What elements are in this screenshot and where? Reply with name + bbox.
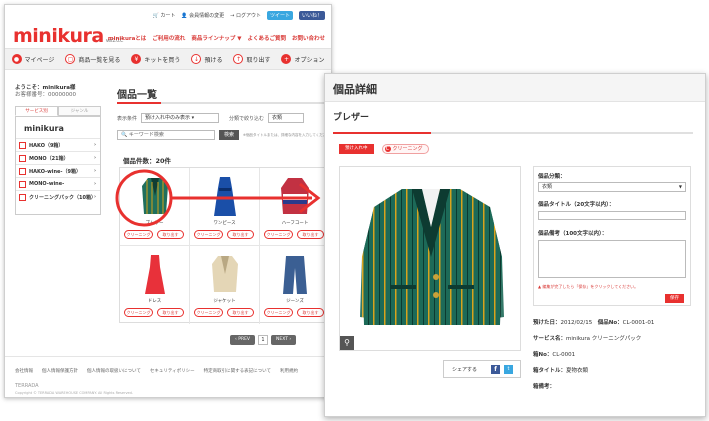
dropdown-arrow-icon: ▼ (678, 184, 682, 189)
detail-header-title: 個品詳細 (333, 83, 377, 96)
share-box: シェアする f t (443, 360, 521, 378)
deposit-row: 預けた日：2012/02/15 個品No：CL-0001-01 (533, 318, 693, 326)
deposit-label: 預けた日： (533, 320, 561, 326)
zoom-icon[interactable]: ⚲ (340, 336, 354, 350)
service-value: minikura クリーニングパック (566, 336, 642, 342)
detail-header: 個品詳細 (325, 74, 705, 102)
status-badges: 預け入れ中 C クリーニング (339, 144, 429, 154)
status-badge: 預け入れ中 (339, 144, 374, 154)
save-button[interactable]: 保存 (665, 294, 684, 303)
save-note: ▲ 編集が完了したら「保存」をクリックしてください。 (538, 284, 639, 289)
title-input[interactable] (538, 211, 686, 220)
share-label: シェアする (452, 366, 478, 373)
item-detail-window: 個品詳細 ブレザー 預け入れ中 C クリーニング ⚲ シェアする f t 個品分… (324, 73, 706, 417)
deposit-value: 2012/02/15 (560, 320, 593, 326)
box-no-label: 箱No： (533, 352, 553, 358)
box-memo-label: 箱備考： (533, 384, 556, 390)
item-no-value: CL-0001-01 (622, 320, 655, 326)
memo-label: 個品備考（100文字以内）： (538, 231, 608, 237)
edit-form: 個品分類： 衣類 ▼ 個品タイトル（20文字以内）： 個品備考（100文字以内）：… (533, 166, 691, 306)
cleaning-badge-label: クリーニング (392, 146, 423, 152)
cleaning-icon: C (384, 146, 391, 152)
box-no-row: 箱No：CL-0001 (533, 350, 693, 358)
category-select[interactable]: 衣類 ▼ (538, 182, 686, 192)
item-title: ブレザー (333, 113, 370, 123)
highlight-circle (115, 169, 173, 227)
box-no-value: CL-0001 (552, 352, 576, 358)
twitter-icon[interactable]: t (504, 364, 514, 374)
box-title-value: 夏物衣類 (566, 368, 589, 374)
category-label: 個品分類： (538, 174, 566, 180)
title-underline (333, 132, 693, 134)
cleaning-badge[interactable]: C クリーニング (381, 144, 429, 154)
category-value: 衣類 (542, 184, 553, 190)
box-memo-row: 箱備考： (533, 382, 693, 390)
memo-textarea[interactable] (538, 240, 686, 278)
item-info: 預けた日：2012/02/15 個品No：CL-0001-01 サービス名：mi… (533, 318, 693, 398)
box-title-label: 箱タイトル： (533, 368, 567, 374)
item-photo: ⚲ (339, 166, 521, 351)
service-row: サービス名：minikura クリーニングパック (533, 334, 693, 342)
box-title-row: 箱タイトル：夏物衣類 (533, 366, 693, 374)
service-label: サービス名： (533, 336, 567, 342)
title-label: 個品タイトル（20文字以内）： (538, 202, 615, 208)
item-no-label: 個品No： (597, 320, 623, 326)
blazer-image (360, 189, 504, 325)
facebook-icon[interactable]: f (491, 364, 501, 374)
